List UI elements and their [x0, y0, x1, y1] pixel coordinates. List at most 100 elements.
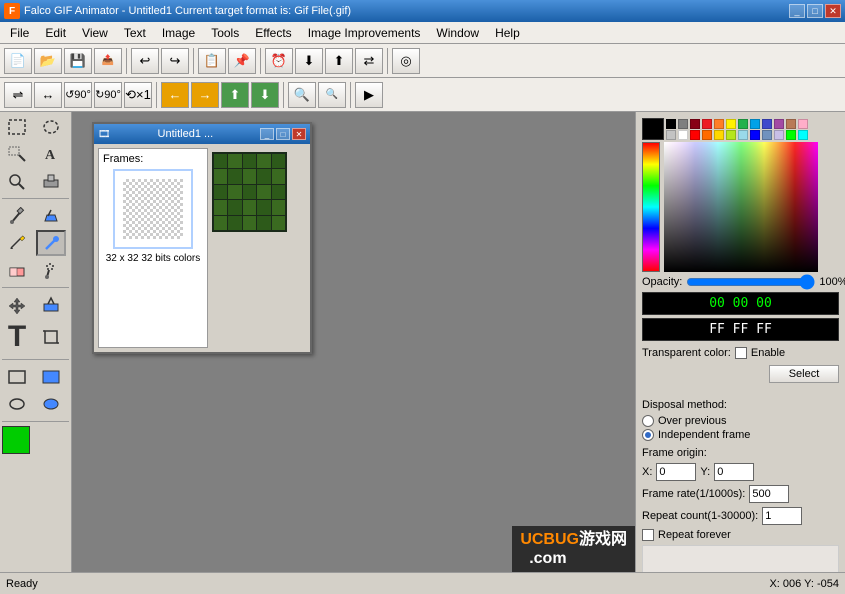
- timer-button[interactable]: ⏰: [265, 48, 293, 74]
- swatch-9[interactable]: [774, 119, 784, 129]
- gif-minimize[interactable]: _: [260, 128, 274, 140]
- enable-checkbox[interactable]: [735, 347, 747, 359]
- eraser-tool[interactable]: [2, 257, 32, 283]
- menu-edit[interactable]: Edit: [37, 23, 74, 43]
- swatch-4[interactable]: [714, 119, 724, 129]
- t2-btn1[interactable]: ⇌: [4, 82, 32, 108]
- stamp-tool[interactable]: [36, 168, 66, 194]
- opacity-slider[interactable]: [686, 276, 815, 288]
- redo-button[interactable]: ↪: [161, 48, 189, 74]
- swatch-6[interactable]: [738, 119, 748, 129]
- swap-button[interactable]: ⇄: [355, 48, 383, 74]
- minimize-button[interactable]: _: [789, 4, 805, 18]
- gif-maximize[interactable]: □: [276, 128, 290, 140]
- save-button[interactable]: 💾: [64, 48, 92, 74]
- t2-up[interactable]: ⬆: [221, 82, 249, 108]
- text-tool[interactable]: A: [36, 141, 66, 167]
- swatch-0[interactable]: [666, 119, 676, 129]
- over-previous-radio[interactable]: [642, 415, 654, 427]
- menu-help[interactable]: Help: [487, 23, 528, 43]
- swatch-3[interactable]: [702, 119, 712, 129]
- rect-shape-tool[interactable]: [2, 364, 32, 390]
- fill-tool[interactable]: [36, 292, 66, 318]
- swatch-20[interactable]: [762, 130, 772, 140]
- swatch-5[interactable]: [726, 119, 736, 129]
- swatch-1[interactable]: [678, 119, 688, 129]
- brush-tool[interactable]: [36, 230, 66, 256]
- menu-image[interactable]: Image: [154, 23, 203, 43]
- swatch-19[interactable]: [750, 130, 760, 140]
- filled-rect-tool[interactable]: [36, 364, 66, 390]
- new-button[interactable]: 📄: [4, 48, 32, 74]
- independent-frame-radio[interactable]: [642, 429, 654, 441]
- zoom-in-button[interactable]: 🔍: [288, 82, 316, 108]
- gif-close[interactable]: ✕: [292, 128, 306, 140]
- swatch-7[interactable]: [750, 119, 760, 129]
- menu-view[interactable]: View: [74, 23, 116, 43]
- menu-window[interactable]: Window: [428, 23, 487, 43]
- black-swatch[interactable]: [642, 118, 664, 140]
- move-tool[interactable]: [2, 292, 32, 318]
- save-as-button[interactable]: 📤: [94, 48, 122, 74]
- ellipse-shape-tool[interactable]: [2, 391, 32, 417]
- paste-button[interactable]: 📌: [228, 48, 256, 74]
- swatch-22[interactable]: [786, 130, 796, 140]
- swatch-11[interactable]: [798, 119, 808, 129]
- t2-left[interactable]: ←: [161, 82, 189, 108]
- t2-down[interactable]: ⬇: [251, 82, 279, 108]
- y-input[interactable]: [714, 463, 754, 481]
- swatch-15[interactable]: [702, 130, 712, 140]
- select-ellipse-tool[interactable]: [36, 114, 66, 140]
- t2-btn4[interactable]: ↻90°: [94, 82, 122, 108]
- swatch-16[interactable]: [714, 130, 724, 140]
- repeat-count-input[interactable]: [762, 507, 802, 525]
- t2-btn2[interactable]: ↔: [34, 82, 62, 108]
- t2-right[interactable]: →: [191, 82, 219, 108]
- zoom-out-button[interactable]: 🔍: [318, 82, 346, 108]
- color-gradient[interactable]: [664, 142, 818, 272]
- eyedropper-tool[interactable]: [2, 203, 32, 229]
- swatch-13[interactable]: [678, 130, 688, 140]
- pencil-tool[interactable]: [2, 230, 32, 256]
- undo-button[interactable]: ↩: [131, 48, 159, 74]
- swatch-12[interactable]: [666, 130, 676, 140]
- spray-tool[interactable]: [36, 257, 66, 283]
- big-text-tool[interactable]: T: [2, 319, 32, 355]
- menu-tools[interactable]: Tools: [203, 23, 247, 43]
- select-button[interactable]: Select: [769, 365, 839, 383]
- t2-btn5[interactable]: ⟲×1: [124, 82, 152, 108]
- swatch-21[interactable]: [774, 130, 784, 140]
- copy-button[interactable]: 📋: [198, 48, 226, 74]
- menu-file[interactable]: File: [2, 23, 37, 43]
- play-button[interactable]: ▶: [355, 82, 383, 108]
- target-button[interactable]: ◎: [392, 48, 420, 74]
- up-button[interactable]: ⬆: [325, 48, 353, 74]
- swatch-8[interactable]: [762, 119, 772, 129]
- down-button[interactable]: ⬇: [295, 48, 323, 74]
- menu-text[interactable]: Text: [116, 23, 154, 43]
- x-input[interactable]: [656, 463, 696, 481]
- repeat-forever-checkbox[interactable]: [642, 529, 654, 541]
- swatch-10[interactable]: [786, 119, 796, 129]
- menu-effects[interactable]: Effects: [247, 23, 299, 43]
- swatch-17[interactable]: [726, 130, 736, 140]
- select-rect-tool[interactable]: [2, 114, 32, 140]
- swatch-23[interactable]: [798, 130, 808, 140]
- hue-slider[interactable]: [642, 142, 660, 272]
- maximize-button[interactable]: □: [807, 4, 823, 18]
- t2-btn3[interactable]: ↺90°: [64, 82, 92, 108]
- frame-rate-input[interactable]: [749, 485, 789, 503]
- color-box[interactable]: [2, 426, 30, 454]
- menu-image-improvements[interactable]: Image Improvements: [300, 23, 429, 43]
- close-button[interactable]: ✕: [825, 4, 841, 18]
- magic-wand-tool[interactable]: [2, 141, 32, 167]
- open-button[interactable]: 📂: [34, 48, 62, 74]
- zoom-tool[interactable]: [2, 168, 32, 194]
- swatch-14[interactable]: [690, 130, 700, 140]
- swatch-2[interactable]: [690, 119, 700, 129]
- crop-tool[interactable]: [36, 319, 66, 355]
- filled-ellipse-tool[interactable]: [36, 391, 66, 417]
- frame-item[interactable]: [113, 169, 193, 249]
- bucket-tool[interactable]: [36, 203, 66, 229]
- swatch-18[interactable]: [738, 130, 748, 140]
